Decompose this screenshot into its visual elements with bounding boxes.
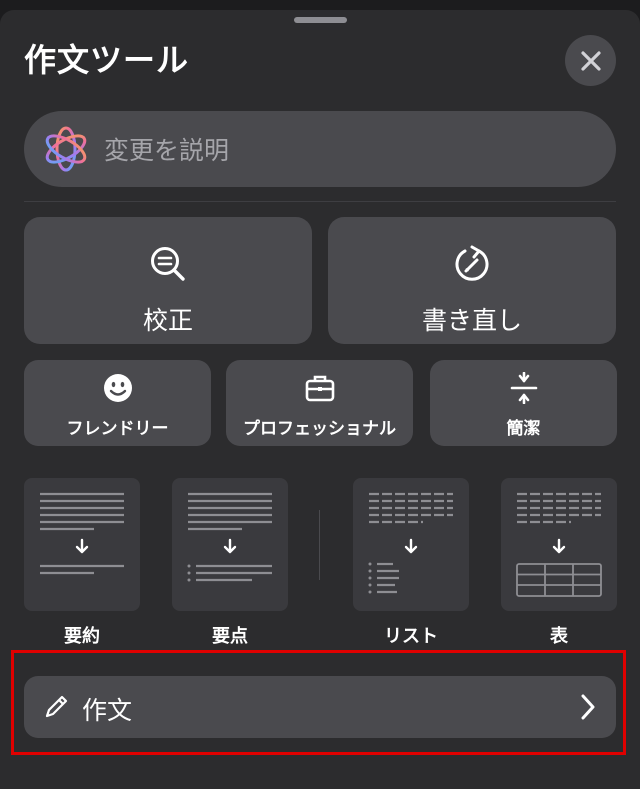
xmark-icon — [580, 50, 601, 71]
compress-icon — [510, 372, 537, 404]
list-button[interactable] — [353, 478, 469, 611]
magnifier-text-icon — [151, 247, 185, 281]
professional-button[interactable]: プロフェッショナル — [226, 360, 413, 446]
summary-button[interactable] — [24, 478, 140, 611]
friendly-label: フレンドリー — [66, 419, 169, 439]
summary-thumbnail-icon — [40, 492, 124, 575]
briefcase-icon — [305, 375, 334, 402]
professional-label: プロフェッショナル — [243, 419, 396, 439]
table-thumbnail-icon — [516, 492, 602, 597]
proofread-button[interactable]: 校正 — [24, 217, 312, 344]
summary-label: 要約 — [64, 626, 100, 647]
transforms-separator — [319, 510, 320, 580]
keypoints-thumbnail-icon — [187, 492, 272, 582]
close-button[interactable] — [565, 35, 616, 86]
describe-change-input[interactable] — [102, 129, 586, 171]
apple-intelligence-icon — [45, 126, 87, 172]
highlight-box — [11, 650, 626, 755]
list-thumbnail-icon — [368, 492, 453, 594]
concise-label: 簡潔 — [506, 419, 541, 439]
smiley-icon — [103, 374, 132, 402]
rewrite-button[interactable]: 書き直し — [328, 217, 616, 344]
keypoints-button[interactable] — [172, 478, 288, 611]
sheet-grabber[interactable] — [294, 17, 347, 23]
describe-change-field[interactable] — [24, 111, 616, 187]
table-label: 表 — [550, 626, 568, 647]
friendly-button[interactable]: フレンドリー — [24, 360, 211, 446]
divider — [24, 201, 616, 202]
list-label: リスト — [384, 626, 438, 647]
concise-button[interactable]: 簡潔 — [430, 360, 617, 446]
table-button[interactable] — [501, 478, 617, 611]
rewrite-label: 書き直し — [421, 306, 522, 335]
proofread-label: 校正 — [142, 306, 193, 335]
sheet-title: 作文ツール — [24, 41, 190, 79]
keypoints-label: 要点 — [212, 626, 248, 647]
rewrite-icon — [455, 245, 489, 281]
